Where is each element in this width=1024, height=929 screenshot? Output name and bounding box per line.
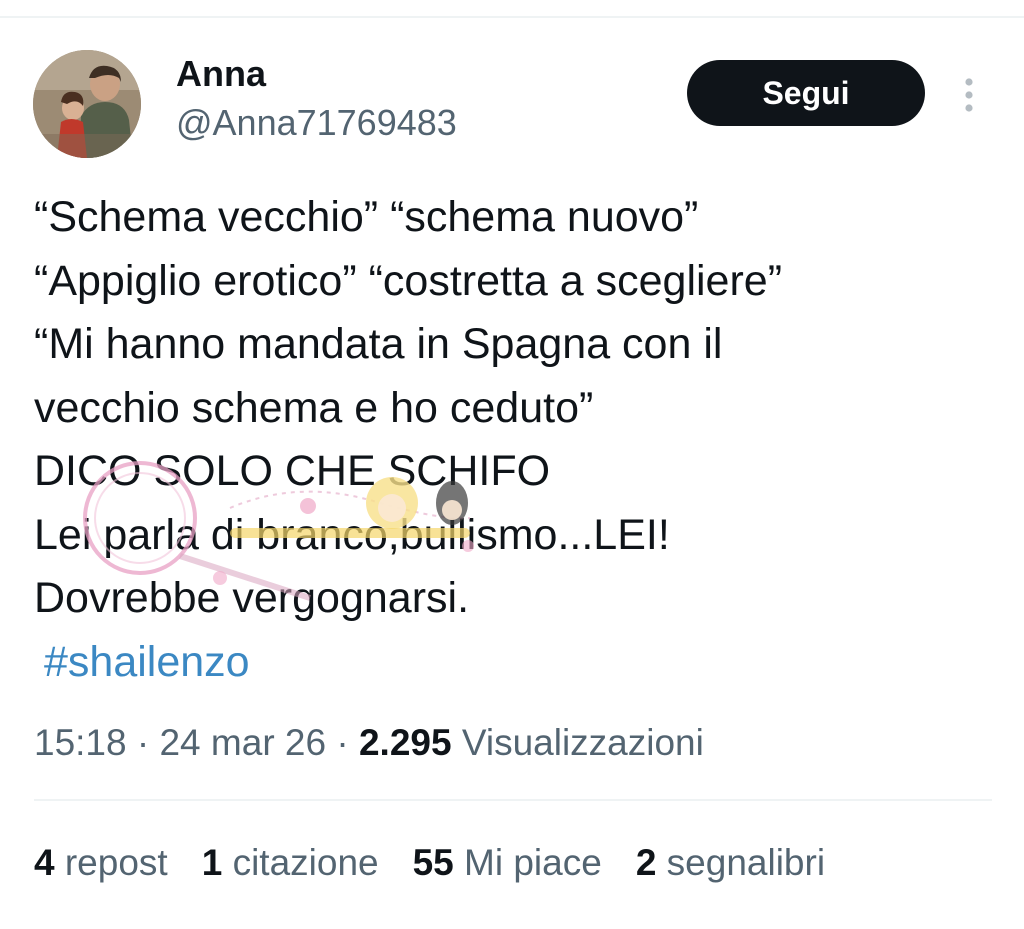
more-vertical-icon [965, 78, 973, 112]
tweet-detail-page: Anna @Anna71769483 Segui “Schema vecchio… [0, 0, 1024, 929]
stat-label: citazione [232, 842, 379, 883]
avatar-photo [33, 50, 141, 158]
tweet-text: “Schema vecchio” “schema nuovo” “Appigli… [34, 186, 994, 694]
tweet-time[interactable]: 15:18 [34, 722, 127, 763]
top-divider [0, 16, 1024, 18]
tweet-line: DICO SOLO CHE SCHIFO [34, 447, 551, 495]
stat-label: repost [64, 842, 168, 883]
display-name[interactable]: Anna [176, 52, 266, 96]
meta-separator: · [336, 722, 349, 763]
stat-label: Mi piace [464, 842, 602, 883]
tweet-line: “Schema vecchio” “schema nuovo” [34, 193, 699, 241]
tweet-line: “Appiglio erotico” “costretta a sceglier… [34, 256, 783, 305]
user-handle[interactable]: @Anna71769483 [176, 100, 457, 146]
more-options-button[interactable] [954, 70, 984, 118]
stat-count: 55 [412, 842, 454, 883]
stat-quotes[interactable]: 1 citazione [202, 840, 379, 886]
stat-likes[interactable]: 55 Mi piace [413, 840, 602, 886]
views-count: 2.295 [358, 722, 452, 763]
avatar[interactable] [33, 50, 141, 158]
tweet-line: Dovrebbe vergognarsi. [34, 574, 470, 622]
tweet-line: Lei parla di branco,bullismo...LEI! [34, 510, 670, 559]
tweet-line: vecchio schema e ho ceduto” [34, 383, 594, 432]
stat-count: 4 [34, 842, 55, 883]
tweet-date[interactable]: 24 mar 26 [159, 722, 326, 763]
engagement-stats: 4 repost 1 citazione 55 Mi piace 2 segna… [34, 840, 825, 886]
stat-label: segnalibri [666, 842, 826, 883]
follow-button[interactable]: Segui [687, 60, 925, 126]
stat-reposts[interactable]: 4 repost [34, 840, 168, 886]
meta-separator: · [136, 722, 150, 763]
hashtag-link[interactable]: #shailenzo [34, 631, 994, 695]
views-label: Visualizzazioni [461, 722, 704, 763]
stat-count: 1 [201, 842, 223, 883]
stat-bookmarks[interactable]: 2 segnalibri [636, 840, 825, 886]
tweet-meta: 15:18 · 24 mar 26 · 2.295 Visualizzazion… [34, 720, 704, 766]
stat-count: 2 [635, 842, 657, 883]
stats-divider [34, 799, 992, 801]
tweet-line: “Mi hanno mandata in Spagna con il [34, 320, 723, 368]
